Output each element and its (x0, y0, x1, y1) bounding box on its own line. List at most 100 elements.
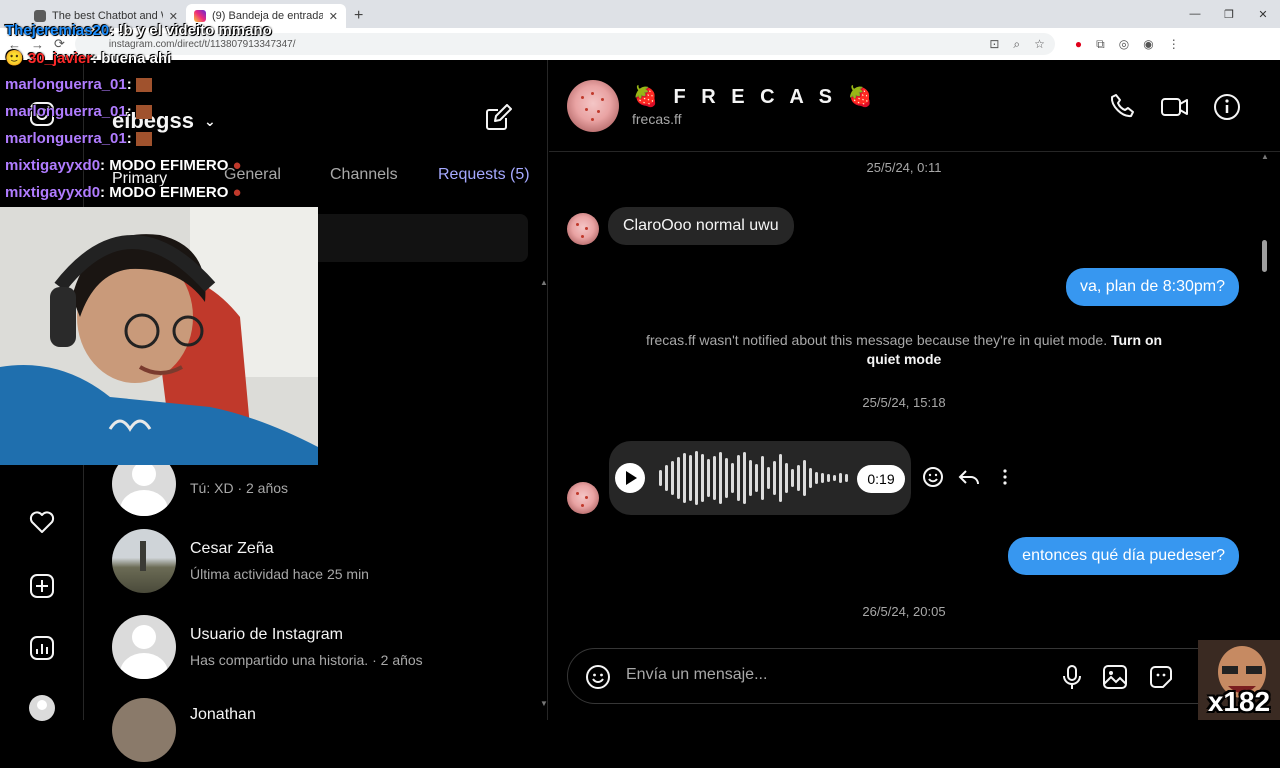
create-plus-icon[interactable] (26, 570, 58, 602)
chevron-down-icon: ⌄ (203, 112, 216, 129)
heart-icon[interactable] (26, 506, 58, 538)
tab-title: The best Chatbot and Widgets (52, 10, 163, 22)
conversation-name: Cesar Zeña (190, 540, 274, 557)
message-actions (921, 465, 1017, 489)
minimize-icon[interactable]: — (1178, 8, 1212, 20)
microphone-icon[interactable] (1058, 663, 1086, 691)
voice-message[interactable]: 0:19 (609, 441, 911, 515)
opera-icon[interactable]: ● (1075, 37, 1082, 52)
chat-message: : (126, 130, 132, 147)
strawberry-icon: ● (232, 184, 242, 201)
chat-username: marlonguerra_01 (5, 130, 127, 147)
streamer-webcam-image (0, 207, 318, 465)
message-input[interactable]: Envía un mensaje... (626, 666, 767, 684)
chat-username: mixtigayyxd0 (5, 157, 101, 174)
profile-sync-icon[interactable]: ◎ (1119, 37, 1129, 52)
contact-avatar-small[interactable] (567, 213, 599, 245)
webcam-overlay (0, 207, 318, 465)
bookmark-star-icon[interactable]: ☆ (1034, 37, 1045, 52)
new-message-icon[interactable] (484, 104, 512, 132)
zoom-icon[interactable]: ⌕ (1013, 37, 1020, 52)
chat-message: : buena ahi (92, 50, 172, 67)
chat-message: : (126, 103, 132, 120)
emote-icon (135, 105, 152, 120)
chat-message: : MODO EFIMERO (100, 184, 229, 201)
close-tab-icon[interactable]: ✕ (329, 10, 338, 23)
chat-panel: 🍓 F R E C A S 🍓 frecas.ff 25/5/24, 0:11 … (549, 60, 1280, 720)
chat-username: marlonguerra_01 (5, 103, 127, 120)
chat-username: Thejeremias20 (5, 22, 110, 39)
voice-duration: 0:19 (857, 465, 905, 493)
profile-avatar-icon[interactable]: ◉ (1143, 37, 1153, 52)
chat-scrollbar[interactable]: ▲ ▼ (1260, 152, 1269, 716)
profile-avatar[interactable] (26, 692, 58, 724)
contact-display-name[interactable]: 🍓 F R E C A S 🍓 (633, 84, 877, 109)
quiet-mode-notice: frecas.ff wasn't notified about this mes… (639, 331, 1169, 369)
more-options-icon[interactable] (993, 465, 1017, 489)
install-app-icon[interactable]: ⊡ (989, 37, 999, 52)
info-icon[interactable] (1212, 92, 1242, 122)
chat-message: : MODO EFIMERO (100, 157, 229, 174)
new-tab-button[interactable]: + (354, 4, 363, 28)
conversation-name: Usuario de Instagram (190, 626, 343, 643)
url-text: instagram.com/direct/t/113807913347347/ (108, 38, 296, 50)
chat-header-actions (1108, 92, 1242, 122)
chat-header: 🍓 F R E C A S 🍓 frecas.ff (549, 60, 1280, 152)
chat-username: mixtigayyxd0 (5, 184, 101, 201)
phone-icon[interactable] (1108, 92, 1138, 122)
stream-chat-line: marlonguerra_01: (5, 130, 152, 147)
conversation-item[interactable]: Jonathan (112, 698, 512, 768)
conversation-preview: Has compartido una historia. · 2 años (190, 652, 423, 668)
close-tab-icon[interactable]: ✕ (169, 10, 178, 23)
emote-icon (135, 132, 152, 147)
counter-text: x182 (1207, 686, 1271, 717)
stream-counter-badge: x182 (1198, 640, 1280, 720)
message-timestamp: 26/5/24, 20:05 (862, 604, 946, 619)
incoming-message[interactable]: ClaroOoo normal uwu (608, 207, 794, 245)
stream-chat-line: mixtigayyxd0: MODO EFIMERO ● (5, 184, 242, 201)
tab-requests[interactable]: Requests (5) (438, 166, 530, 184)
chat-username: marlonguerra_01 (5, 76, 127, 93)
stream-chat-line: 🙂 30_javier: buena ahi (5, 49, 171, 67)
outgoing-message[interactable]: va, plan de 8:30pm? (1066, 268, 1239, 306)
video-call-icon[interactable] (1160, 92, 1190, 122)
chat-username: 30_javier (27, 50, 93, 67)
message-timestamp: 25/5/24, 15:18 (862, 395, 946, 410)
contact-avatar-small[interactable] (567, 482, 599, 514)
chat-message: : !b y el videito mmano (109, 22, 272, 39)
tab-title: (9) Bandeja de entrada • Chats (212, 10, 323, 22)
emote-icon (135, 78, 152, 93)
conversation-item[interactable]: Usuario de Instagram Has compartido una … (112, 612, 512, 682)
contact-username: frecas.ff (632, 111, 682, 127)
conversation-name: Jonathan (190, 706, 256, 723)
conversation-preview: Última actividad hace 25 min (190, 566, 369, 582)
image-icon[interactable] (1101, 663, 1129, 691)
extensions-icon[interactable]: ⧉ (1096, 37, 1105, 52)
reply-icon[interactable] (957, 465, 981, 489)
avatar (112, 529, 176, 593)
conversation-preview: Tú: XD · 2 años (190, 480, 289, 496)
outgoing-message[interactable]: entonces qué día puedeser? (1008, 537, 1239, 575)
restore-icon[interactable]: ❐ (1212, 8, 1246, 21)
message-composer[interactable]: Envía un mensaje... (567, 648, 1247, 704)
conversation-item[interactable]: Cesar Zeña Última actividad hace 25 min (112, 526, 512, 596)
window-controls: — ❐ ✕ (1178, 0, 1280, 28)
chat-badges-icon: 🙂 (5, 50, 28, 67)
scroll-thumb[interactable] (1262, 240, 1267, 272)
stream-chat-line: marlonguerra_01: (5, 76, 152, 93)
contact-avatar[interactable] (567, 80, 619, 132)
inbox-scrollbar[interactable]: ▲ ▼ (538, 278, 548, 708)
tab-channels[interactable]: Channels (330, 166, 398, 184)
react-emoji-icon[interactable] (921, 465, 945, 489)
play-icon[interactable] (615, 463, 645, 493)
stream-chat-line: Thejeremias20: !b y el videito mmano (5, 22, 272, 39)
emoji-icon[interactable] (584, 663, 612, 691)
waveform-icon (659, 451, 848, 505)
sticker-icon[interactable] (1147, 663, 1175, 691)
dashboard-icon[interactable] (26, 632, 58, 664)
chatbot-favicon-icon (34, 10, 46, 22)
close-window-icon[interactable]: ✕ (1246, 8, 1280, 21)
message-timestamp: 25/5/24, 0:11 (866, 160, 942, 175)
avatar (112, 698, 176, 762)
menu-kebab-icon[interactable]: ⋮ (1168, 37, 1180, 52)
